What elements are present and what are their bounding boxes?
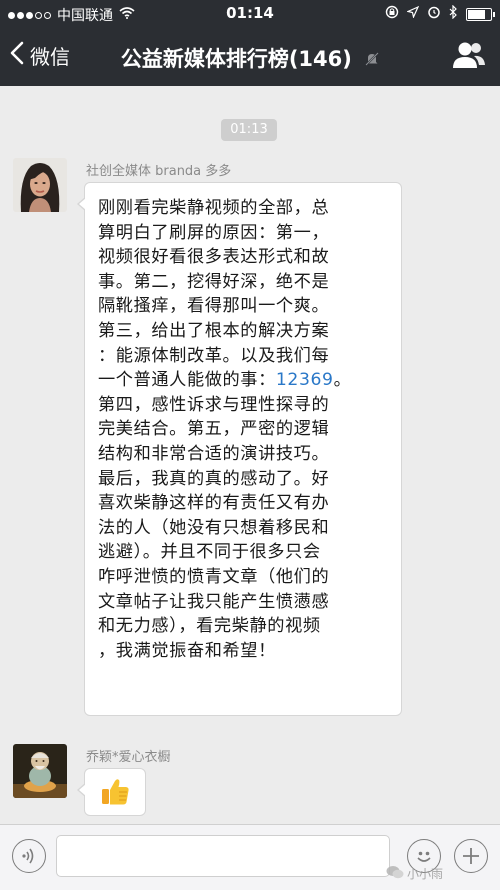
sender-name: 乔颖*爱心衣橱 (86, 750, 171, 765)
bluetooth-icon (449, 4, 458, 23)
message-line: 法的人（她没有只想着移民和 (98, 517, 330, 538)
message-text: 刚刚看完柴静视频的全部，总 算明白了刷屏的原因：第一， 视频很好看很多表达形式和… (85, 183, 401, 673)
message-line: 隔靴搔痒，看得那叫一个爽。 (98, 296, 330, 317)
message-line: ，我满觉振奋和希望！ (98, 640, 276, 661)
message-line: 完美结合。第五，严密的逻辑 (98, 419, 330, 440)
chat-area[interactable]: 01:13 社创全媒体 branda 多多 刚刚看完柴静视频的全部，总 算明白了… (0, 86, 500, 824)
message-bubble[interactable] (77, 768, 146, 816)
mute-bell-icon (365, 48, 379, 72)
message-line: 第四，感性诉求与理性探寻的 (98, 394, 330, 415)
message-line-suffix: 。 (333, 370, 352, 391)
input-bar: 小小雨 (0, 824, 500, 890)
watermark-text: 小小雨 (407, 867, 444, 881)
watermark: 小小雨 (386, 865, 443, 882)
avatar-woman-image (13, 158, 67, 212)
chat-title: 公益新媒体排行榜(146) (0, 43, 500, 73)
message-line: 最后，我真的真的感动了。好 (98, 468, 330, 489)
avatar[interactable] (13, 744, 67, 798)
wechat-logo-icon (386, 865, 404, 882)
more-functions-button[interactable] (454, 839, 488, 873)
chat-title-text: 公益新媒体排行榜(146) (120, 47, 352, 71)
message-line: 结构和非常合适的演讲技巧。 (98, 443, 330, 464)
message-line-text: 一个普通人能做的事： (98, 370, 276, 391)
lock-rotation-icon (385, 5, 399, 23)
voice-button[interactable] (12, 839, 46, 873)
avatar-figurine-image (13, 744, 67, 798)
nav-bar: 微信 公益新媒体排行榜(146) (0, 28, 500, 86)
plus-icon (461, 846, 481, 870)
message-line-with-link: 一个普通人能做的事：12369。 (98, 368, 390, 393)
message-line: 逃避）。并且不同于很多只会 (98, 542, 321, 563)
avatar[interactable] (13, 158, 67, 212)
message-line: 喜欢柴静这样的有责任又有办 (98, 493, 330, 514)
message-line: ：能源体制改革。以及我们每 (98, 345, 330, 366)
message-line: 算明白了刷屏的原因：第一， (98, 222, 330, 243)
message-timestamp: 01:13 (221, 119, 277, 141)
phone-number-link[interactable]: 12369 (276, 370, 334, 390)
status-bar: 中国联通 01:14 (0, 0, 500, 28)
message-bubble[interactable]: 刚刚看完柴静视频的全部，总 算明白了刷屏的原因：第一， 视频很好看很多表达形式和… (77, 182, 402, 716)
message-input[interactable] (56, 835, 390, 877)
sender-name: 社创全媒体 branda 多多 (86, 164, 232, 179)
message-line: 第三，给出了根本的解决方案 (98, 320, 330, 341)
battery-fill (468, 9, 485, 19)
message-line: 和无力感），看完柴静的视频 (98, 616, 321, 637)
status-right (385, 4, 495, 23)
voice-icon (21, 847, 37, 869)
thumbs-up-emoji-icon (99, 777, 131, 811)
message-line: 刚刚看完柴静视频的全部，总 (98, 198, 330, 218)
message-line: 视频很好看很多表达形式和故 (98, 247, 330, 268)
message-line: 文章帖子让我只能产生愤懑感 (98, 591, 330, 612)
alarm-icon (427, 5, 441, 23)
group-profile-button[interactable] (452, 40, 486, 74)
profile-icon (452, 42, 486, 74)
location-icon (406, 5, 420, 22)
message-line: 事。第二，挖得好深，绝不是 (98, 271, 330, 292)
battery-icon (466, 7, 495, 21)
message-line: 咋呼泄愤的愤青文章（他们的 (98, 566, 330, 587)
